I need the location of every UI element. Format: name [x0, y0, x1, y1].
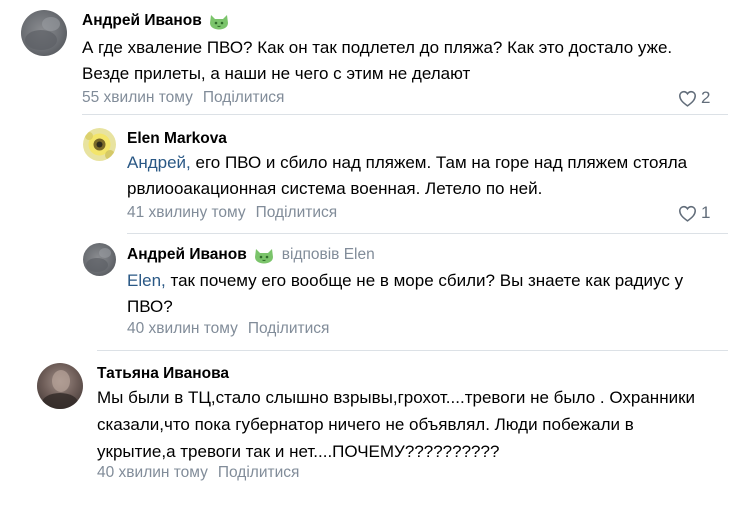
- comment-meta: 55 хвилин тому Поділитися: [82, 89, 284, 107]
- comment-reply: Андрей Иванов відповів Elen Elen, так по…: [0, 234, 740, 350]
- comment-author[interactable]: Андрей Иванов: [127, 246, 247, 264]
- reply-to-link[interactable]: відповів Elen: [282, 246, 375, 264]
- share-button[interactable]: Поділитися: [248, 320, 330, 337]
- comment-text-fragment: его ПВО и сбило над пляжем. Там на горе …: [190, 153, 688, 172]
- avatar[interactable]: [83, 128, 116, 161]
- comment-time[interactable]: 41 хвилину тому: [127, 204, 246, 221]
- comment-text-line: ПВО?: [127, 297, 173, 316]
- comment-text-line: Elen, так почему его вообще не в море сб…: [127, 268, 683, 294]
- cat-face-icon: [253, 248, 275, 264]
- comment-author[interactable]: Андрей Иванов: [82, 12, 202, 30]
- share-button[interactable]: Поділитися: [203, 89, 285, 106]
- share-button[interactable]: Поділитися: [256, 204, 338, 221]
- share-button[interactable]: Поділитися: [218, 464, 300, 481]
- comment-time[interactable]: 55 хвилин тому: [82, 89, 193, 106]
- comment-time[interactable]: 40 хвилин тому: [97, 464, 208, 481]
- comment-meta: 41 хвилину тому Поділитися: [127, 204, 337, 222]
- comment-reply: Elen Markova Андрей, его ПВО и сбило над…: [0, 115, 740, 235]
- comment-text-line: сказали,что пока губернатор ничего не об…: [97, 415, 634, 434]
- comment-author[interactable]: Elen Markova: [127, 130, 227, 148]
- comment-text: А где хваление ПВО? Как он так подлетел …: [82, 35, 672, 87]
- comment-text-line: Везде прилеты, а наши не чего с этим не …: [82, 64, 471, 83]
- like-button[interactable]: 2: [678, 88, 710, 108]
- heart-icon: [678, 205, 697, 222]
- comment-text-line: рвлиооакационная система военная. Летело…: [127, 179, 543, 198]
- cat-face-icon: [208, 14, 230, 30]
- like-count: 1: [701, 203, 711, 222]
- comment-text: Мы были в ТЦ,стало слышно взрывы,грохот.…: [97, 384, 695, 465]
- avatar-photo: [37, 363, 83, 409]
- comment-text: Андрей, его ПВО и сбило над пляжем. Там …: [127, 150, 687, 202]
- avatar-photo: [21, 10, 67, 56]
- comment-meta: 40 хвилин тому Поділитися: [127, 320, 329, 338]
- comment-time[interactable]: 40 хвилин тому: [127, 320, 238, 337]
- avatar[interactable]: [83, 243, 116, 276]
- avatar[interactable]: [37, 363, 83, 409]
- comment-text: Elen, так почему его вообще не в море сб…: [127, 268, 683, 320]
- comment-author[interactable]: Татьяна Иванова: [97, 365, 229, 383]
- mention-link[interactable]: Elen,: [127, 271, 166, 290]
- comment-text-line: укрытие,а тревоги так и нет....ПОЧЕМУ???…: [97, 442, 500, 461]
- heart-icon: [678, 90, 697, 107]
- like-button[interactable]: 1: [678, 203, 710, 223]
- comment: Татьяна Иванова Мы были в ТЦ,стало слышн…: [0, 351, 740, 507]
- comment-meta: 40 хвилин тому Поділитися: [97, 464, 299, 482]
- comment-text-fragment: так почему его вообще не в море сбили? В…: [165, 271, 684, 290]
- avatar[interactable]: [21, 10, 67, 56]
- comment-text-line: Мы были в ТЦ,стало слышно взрывы,грохот.…: [97, 388, 696, 407]
- avatar-photo: [83, 128, 116, 161]
- mention-link[interactable]: Андрей,: [127, 153, 191, 172]
- avatar-photo: [83, 243, 116, 276]
- comment-text-line: Андрей, его ПВО и сбило над пляжем. Там …: [127, 150, 687, 176]
- comment-text-line: А где хваление ПВО? Как он так подлетел …: [82, 38, 673, 57]
- like-count: 2: [701, 88, 711, 107]
- comment: Андрей Иванов А где хваление ПВО? Как он…: [0, 0, 740, 115]
